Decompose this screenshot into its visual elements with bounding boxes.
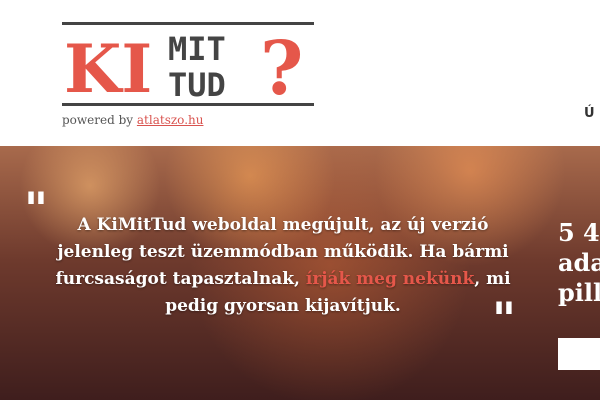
close-quote-mark: " bbox=[492, 292, 516, 346]
stats-line-3: pill bbox=[558, 278, 600, 307]
open-quote-mark: " bbox=[24, 182, 48, 236]
logo-question-mark: ? bbox=[260, 26, 303, 108]
stats-headline: 5 4 ada pill bbox=[558, 218, 600, 308]
powered-by: powered by atlatszo.hu bbox=[62, 113, 203, 127]
logo-graphic: KI MIT TUD ? bbox=[62, 22, 314, 108]
site-header: KI MIT TUD ? powered by atlatszo.hu Ú bbox=[0, 0, 600, 146]
search-input[interactable] bbox=[558, 338, 600, 370]
stats-line-2: ada bbox=[558, 248, 600, 277]
contact-us-link[interactable]: írják meg nekünk bbox=[306, 269, 474, 289]
powered-by-label: powered by bbox=[62, 113, 134, 127]
atlatszo-link[interactable]: atlatszo.hu bbox=[137, 113, 204, 127]
stats-line-1: 5 4 bbox=[558, 218, 600, 247]
hero-banner: " A KiMitTud weboldal megújult, az új ve… bbox=[0, 146, 600, 400]
logo-mit: MIT bbox=[168, 30, 226, 68]
logo-ki: KI bbox=[64, 30, 152, 108]
logo-top-rule bbox=[62, 22, 314, 25]
redesign-notice: A KiMitTud weboldal megújult, az új verz… bbox=[48, 212, 518, 320]
nav-item-peek[interactable]: Ú bbox=[584, 106, 595, 121]
logo-tud: TUD bbox=[168, 66, 226, 104]
kimittud-logo[interactable]: KI MIT TUD ? bbox=[62, 22, 314, 108]
